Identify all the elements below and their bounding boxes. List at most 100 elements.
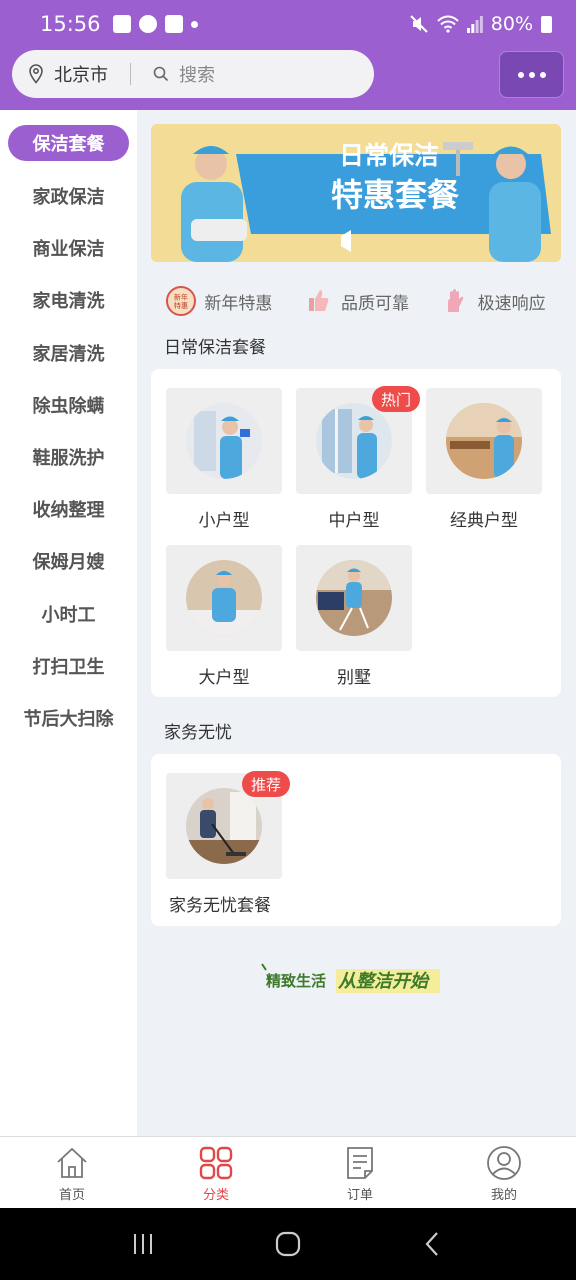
svg-text:新年: 新年 [174,293,188,302]
package-label[interactable]: 经典户型 [426,506,542,531]
search-input[interactable]: 搜索 [179,61,215,87]
worry-free-card: 推荐 家务无忧套餐 [151,754,561,926]
section-title-daily-cleaning: 日常保洁套餐 [164,338,266,358]
bottom-tab-bar: 首页 分类 订单 我的 [0,1136,576,1208]
location-city[interactable]: 北京市 [54,61,108,87]
package-thumbnail[interactable] [426,388,542,494]
order-icon[interactable] [342,1145,378,1181]
more-options-button[interactable] [499,51,564,98]
gallery-notification-icon [112,15,131,33]
daily-cleaning-card: 小户型 热门 中户型 经典户型 大户型 别墅 [151,369,561,697]
package-photo [186,560,262,636]
package-item-medium[interactable]: 热门 中户型 [296,386,420,531]
package-label[interactable]: 大户型 [166,663,282,688]
more-dot-icon [517,71,524,78]
package-photo [186,788,262,864]
package-item-villa[interactable]: 别墅 [296,545,412,688]
tab-label[interactable]: 首页 [59,1184,85,1203]
sidebar-item-housekeeping[interactable]: 家政保洁 [0,176,137,216]
sidebar-item-commercial-cleaning[interactable]: 商业保洁 [0,228,137,268]
sidebar-item-pest-control[interactable]: 除虫除螨 [0,385,137,425]
search-divider [130,63,131,85]
feature-label: 极速响应 [477,293,546,314]
tab-label[interactable]: 我的 [491,1184,517,1203]
package-item-worry-free[interactable]: 推荐 家务无忧套餐 [166,771,296,916]
feature-label: 品质可靠 [340,293,409,314]
new-year-badge-icon: 新年 特惠 [166,286,197,316]
feature-fast-response: 极速响应 [440,286,546,316]
more-dot-icon [528,71,535,78]
category-grid-icon[interactable] [198,1145,234,1181]
feature-label: 新年特惠 [204,293,273,314]
package-photo [316,403,392,479]
package-thumbnail[interactable]: 推荐 [166,771,290,879]
profile-icon[interactable] [486,1145,522,1181]
package-label[interactable]: 中户型 [296,506,412,531]
slogan: 精致生活 从整洁开始 [258,960,448,996]
package-thumbnail[interactable]: 热门 [296,386,420,494]
hot-badge: 热门 [371,386,420,412]
home-button-icon[interactable] [273,1229,303,1259]
package-photo [446,403,522,479]
search-icon [153,66,169,82]
sidebar-item-furniture-cleaning[interactable]: 家居清洗 [0,333,137,373]
recent-apps-icon[interactable] [128,1229,158,1259]
check-notification-icon [164,15,183,33]
banner-line2: 特惠套餐 [331,177,460,213]
header: 北京市 搜索 [0,48,576,110]
sidebar-item-hourly-worker[interactable]: 小时工 [0,594,137,634]
package-item-classic[interactable]: 经典户型 [426,388,542,531]
package-label[interactable]: 家务无忧套餐 [166,891,296,916]
sidebar-item-sweeping[interactable]: 打扫卫生 [0,646,137,686]
svg-text:特惠: 特惠 [174,301,188,310]
package-item-small[interactable]: 小户型 [166,388,282,531]
sidebar-item-post-holiday-cleaning[interactable]: 节后大扫除 [0,698,137,738]
slogan-part2: 从整洁开始 [338,971,430,992]
battery-icon [541,15,552,33]
sidebar-item-cleaning-package[interactable]: 保洁套餐 [8,125,129,161]
back-icon[interactable] [418,1229,448,1259]
tab-label[interactable]: 订单 [347,1184,373,1203]
home-icon[interactable] [54,1145,90,1181]
package-thumbnail[interactable] [296,545,412,651]
search-bar[interactable]: 北京市 搜索 [12,50,374,98]
package-label[interactable]: 别墅 [296,663,412,688]
feature-quality: 品质可靠 [303,286,409,316]
more-notifications-icon [190,20,198,28]
status-bar: 15:56 80% [0,0,576,48]
location-pin-icon[interactable] [28,64,44,84]
wifi-icon [437,15,459,33]
slogan-part1: 精致生活 [266,972,326,990]
feature-highlights: 新年 特惠 新年特惠 品质可靠 极速响应 [151,282,561,320]
signal-icon [466,16,483,33]
system-nav-bar [0,1208,576,1280]
tab-profile[interactable]: 我的 [432,1137,576,1208]
notification-icons [112,15,198,33]
sidebar-item-appliance-cleaning[interactable]: 家电清洗 [0,280,137,320]
feature-new-year-offer: 新年 特惠 新年特惠 [166,286,272,316]
tab-orders[interactable]: 订单 [288,1137,432,1208]
package-thumbnail[interactable] [166,388,282,494]
battery-percent: 80% [490,13,533,35]
cloud-notification-icon [138,15,157,33]
package-label[interactable]: 小户型 [166,506,282,531]
tab-category[interactable]: 分类 [144,1137,288,1208]
glove-icon [447,289,463,312]
category-sidebar: 保洁套餐 家政保洁 商业保洁 家电清洗 家居清洗 除虫除螨 鞋服洗护 收纳整理 … [0,110,137,1136]
package-photo [316,560,392,636]
section-title-worry-free: 家务无忧 [164,723,232,743]
package-item-large[interactable]: 大户型 [166,545,282,688]
status-time: 15:56 [40,12,101,36]
tab-label[interactable]: 分类 [203,1184,229,1203]
mute-icon [410,15,428,33]
sidebar-item-laundry[interactable]: 鞋服洗护 [0,437,137,477]
promo-banner[interactable]: 日常保洁 特惠套餐 [151,124,561,262]
tab-home[interactable]: 首页 [0,1137,144,1208]
package-photo [186,403,262,479]
sidebar-item-storage[interactable]: 收纳整理 [0,489,137,529]
sidebar-item-nanny[interactable]: 保姆月嫂 [0,541,137,581]
package-thumbnail[interactable] [166,545,282,651]
thumbs-up-icon [308,290,329,311]
recommend-badge: 推荐 [241,771,290,797]
banner-line1: 日常保洁 [339,142,439,170]
